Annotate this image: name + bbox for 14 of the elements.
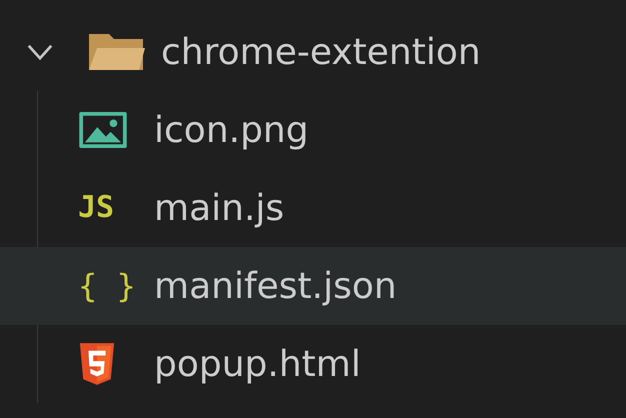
file-row[interactable]: { } manifest.json <box>0 247 626 325</box>
file-row[interactable]: popup.html <box>0 325 626 403</box>
js-file-icon: JS <box>78 193 114 223</box>
file-name: manifest.json <box>154 266 397 306</box>
folder-row[interactable]: chrome-extention <box>0 13 626 91</box>
file-row[interactable]: JS main.js <box>0 169 626 247</box>
file-name: icon.png <box>154 110 309 150</box>
file-name: main.js <box>154 188 284 228</box>
file-name: popup.html <box>154 344 361 384</box>
folder-name: chrome-extention <box>161 32 481 72</box>
html-shield-icon <box>78 342 116 386</box>
file-row[interactable]: icon.png <box>0 91 626 169</box>
braces-icon: { } <box>78 270 136 302</box>
image-icon <box>78 111 128 149</box>
